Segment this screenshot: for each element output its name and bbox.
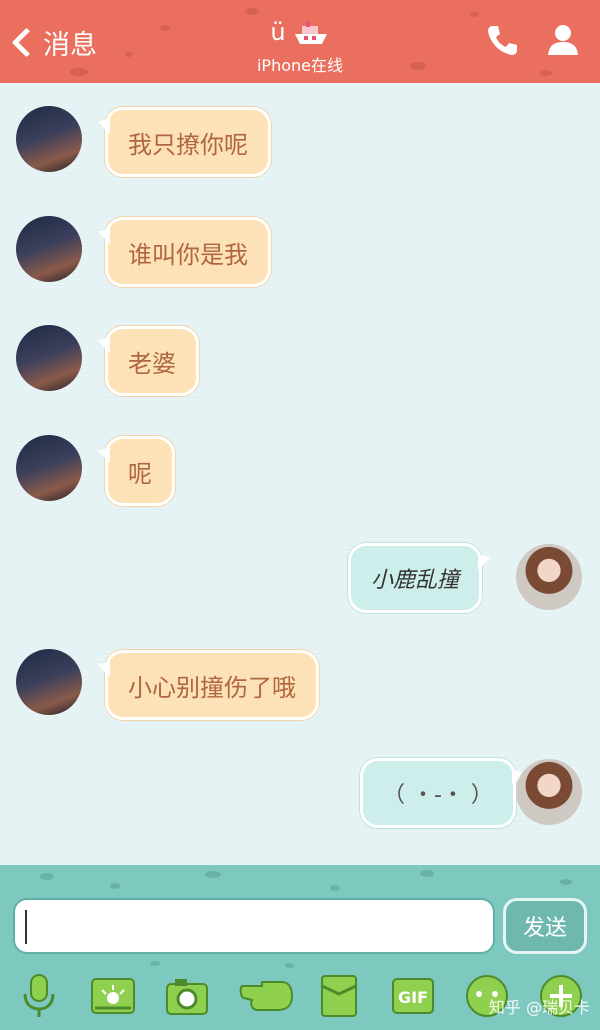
poke-button[interactable] — [238, 973, 294, 1019]
album-button[interactable] — [90, 973, 136, 1019]
contact-avatar[interactable] — [16, 106, 82, 172]
message-bubble-incoming[interactable]: 小心别撞伤了哦 — [105, 650, 319, 720]
text-caret — [25, 910, 27, 944]
message-bubble-incoming[interactable]: 呢 — [105, 436, 175, 506]
file-icon — [321, 975, 357, 1017]
call-button[interactable] — [484, 22, 520, 58]
message-bubble-incoming[interactable]: 谁叫你是我 — [105, 217, 271, 287]
profile-button[interactable] — [545, 22, 581, 58]
back-label: 消息 — [43, 29, 97, 61]
image-icon — [91, 978, 135, 1014]
microphone-icon — [23, 974, 55, 1017]
message-bubble-outgoing[interactable]: （ ・-・ ） — [360, 758, 516, 828]
chat-header: 消息 ü iPhone在线 — [0, 0, 600, 83]
phone-icon — [488, 26, 517, 55]
boat-icon — [294, 21, 327, 44]
message-text: 小心别撞伤了哦 — [128, 673, 296, 702]
message-text: 谁叫你是我 — [128, 240, 248, 269]
page-title: ü — [200, 14, 400, 50]
message-text: 我只撩你呢 — [128, 130, 248, 159]
contact-avatar[interactable] — [16, 435, 82, 501]
chevron-left-icon — [11, 27, 42, 57]
voice-button[interactable] — [16, 973, 62, 1019]
composer-bar: 发送 GIF 知乎 @瑞贝卡 — [0, 865, 600, 1030]
gif-label: GIF — [398, 988, 428, 1007]
message-list[interactable]: 我只撩你呢 谁叫你是我 老婆 呢 小鹿乱撞 小心别撞伤了哦 （ ・-・ ） — [0, 83, 600, 865]
contact-avatar[interactable] — [16, 216, 82, 282]
send-button[interactable]: 发送 — [503, 898, 587, 954]
contact-name: ü — [270, 18, 286, 46]
contact-avatar[interactable] — [16, 325, 82, 391]
camera-button[interactable] — [164, 973, 210, 1019]
online-status: iPhone在线 — [256, 56, 343, 75]
poke-icon — [239, 981, 294, 1011]
send-label: 发送 — [522, 916, 567, 941]
back-button[interactable]: 消息 — [10, 22, 97, 62]
message-text: 小鹿乱撞 — [371, 568, 460, 593]
contact-avatar[interactable] — [16, 649, 82, 715]
message-input[interactable] — [13, 898, 495, 954]
conversation-title-area: ü iPhone在线 — [200, 14, 400, 76]
message-bubble-incoming[interactable]: 老婆 — [105, 326, 199, 396]
message-bubble-incoming[interactable]: 我只撩你呢 — [105, 107, 271, 177]
message-text: （ ・-・ ） — [383, 783, 493, 808]
file-button[interactable] — [316, 973, 362, 1019]
person-icon — [548, 25, 578, 55]
watermark: 知乎 @瑞贝卡 — [488, 998, 590, 1017]
gif-icon: GIF — [392, 978, 434, 1014]
message-text: 老婆 — [128, 349, 176, 378]
camera-icon — [166, 979, 208, 1015]
message-text: 呢 — [128, 459, 152, 488]
gif-button[interactable]: GIF — [390, 973, 436, 1019]
message-bubble-outgoing[interactable]: 小鹿乱撞 — [348, 543, 483, 613]
self-avatar[interactable] — [516, 544, 582, 610]
self-avatar[interactable] — [516, 759, 582, 825]
